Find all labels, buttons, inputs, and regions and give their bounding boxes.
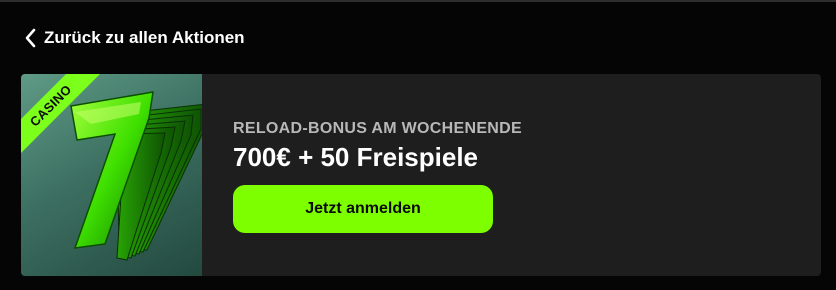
slot-seven-icon [21, 91, 202, 276]
promotion-image: CASINO [21, 74, 202, 276]
signup-button[interactable]: Jetzt anmelden [233, 185, 493, 233]
promotion-subtitle: RELOAD-BONUS AM WOCHENENDE [233, 120, 522, 137]
back-link-label: Zurück zu allen Aktionen [44, 28, 245, 47]
chevron-left-icon [24, 28, 36, 48]
promotion-text: RELOAD-BONUS AM WOCHENENDE 700€ + 50 Fre… [233, 120, 522, 172]
promotion-card: CASINO RELOAD-BONUS AM WOCHENENDE 700€ +… [21, 74, 821, 276]
back-to-promotions-link[interactable]: Zurück zu allen Aktionen [24, 26, 245, 50]
promotion-title: 700€ + 50 Freispiele [233, 142, 479, 172]
top-divider [0, 0, 836, 2]
